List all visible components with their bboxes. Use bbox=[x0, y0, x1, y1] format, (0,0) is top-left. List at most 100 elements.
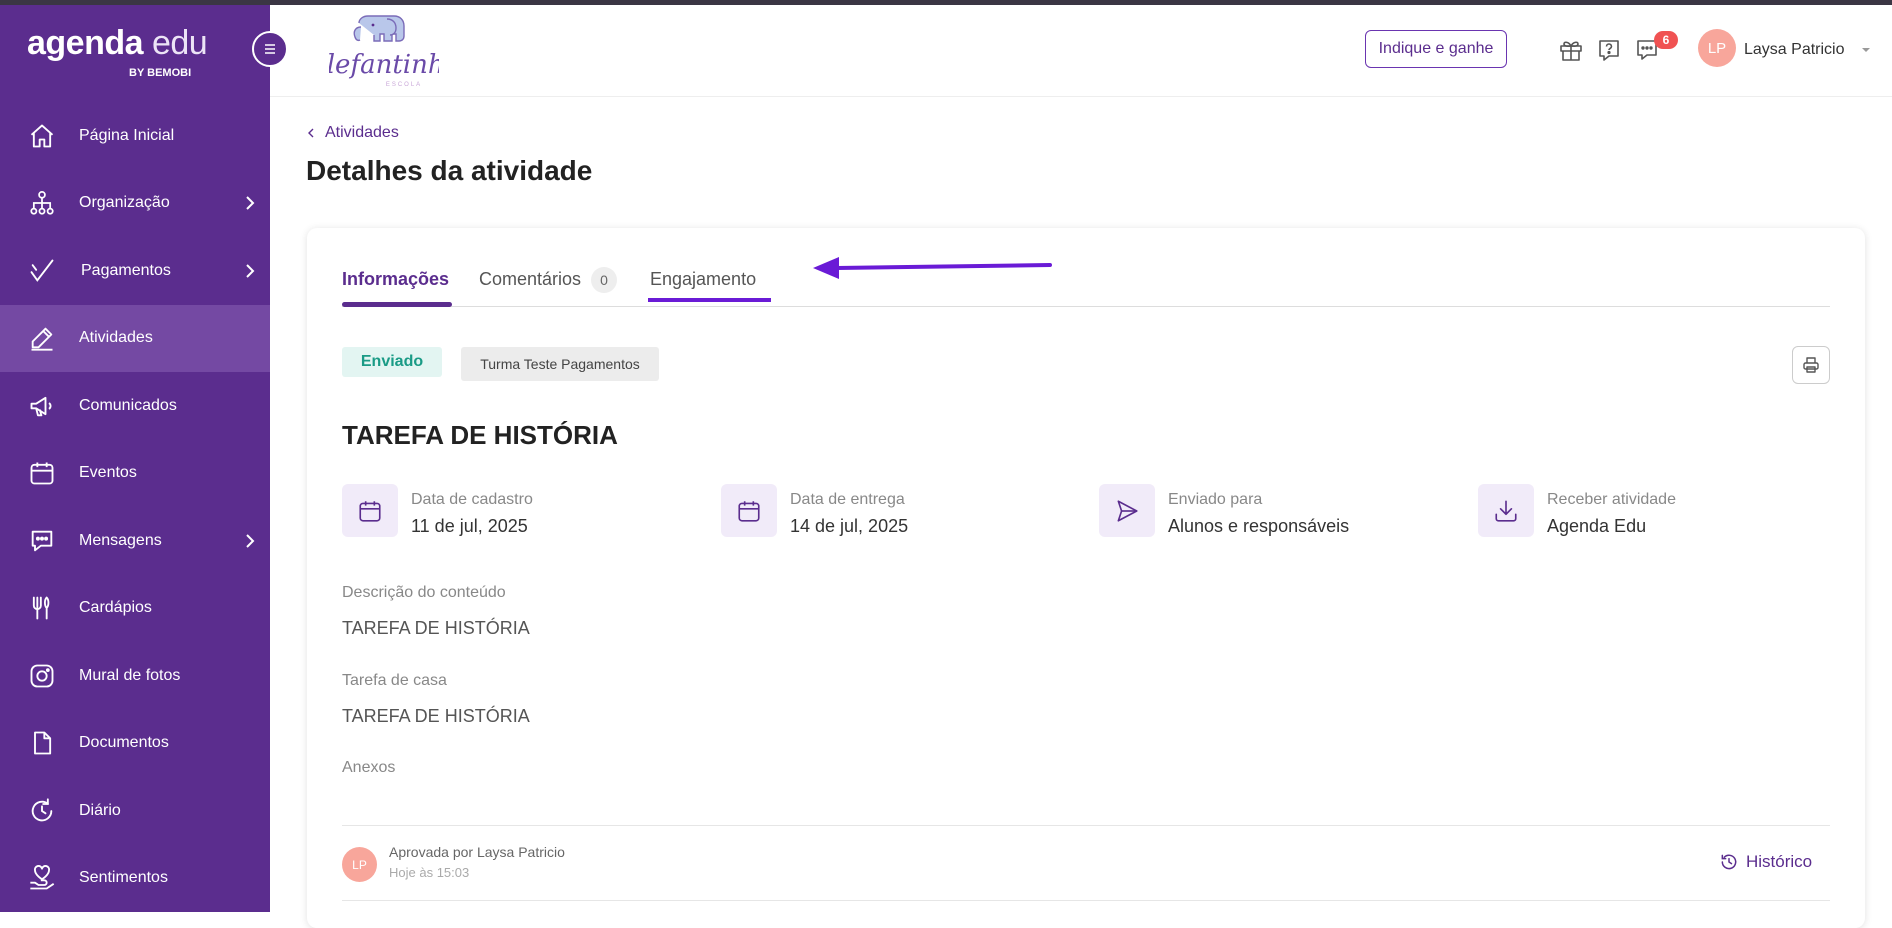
home-icon bbox=[30, 124, 54, 148]
approver-avatar: LP bbox=[342, 847, 377, 882]
info-icon-box bbox=[1478, 484, 1534, 537]
info-icon-box bbox=[721, 484, 777, 537]
top-header: Elefantinho ESCOLA Indique e ganhe 6 LP … bbox=[270, 5, 1892, 97]
printer-icon bbox=[1803, 357, 1819, 373]
tab-comentarios[interactable]: Comentários 0 bbox=[479, 252, 618, 307]
sidebar-item-label: Pagamentos bbox=[81, 261, 171, 279]
sidebar-item-documentos[interactable]: Documentos bbox=[0, 710, 270, 778]
activity-details-card: Informações Comentários 0 Engajamento En… bbox=[307, 228, 1865, 928]
activity-title: TAREFA DE HISTÓRIA bbox=[342, 420, 618, 450]
sidebar-item-label: Sentimentos bbox=[79, 869, 168, 887]
info-label: Receber atividade bbox=[1547, 491, 1676, 508]
refresh-clock-icon bbox=[31, 798, 53, 822]
sidebar-item-label: Atividades bbox=[79, 329, 153, 347]
sidebar-item-mural-de-fotos[interactable]: Mural de fotos bbox=[0, 642, 270, 710]
tab-label: Engajamento bbox=[650, 269, 757, 289]
comment-count-pill: 0 bbox=[591, 266, 618, 293]
sidebar-item-label: Eventos bbox=[79, 464, 137, 482]
chevron-right-icon bbox=[246, 196, 255, 210]
info-value: 14 de jul, 2025 bbox=[790, 516, 909, 536]
notification-badge: 6 bbox=[1654, 31, 1678, 49]
sidebar-item-mensagens[interactable]: Mensagens bbox=[0, 507, 270, 575]
brand-byline: BY BEMOBI bbox=[129, 67, 192, 79]
tab-label: Informações bbox=[342, 269, 450, 289]
status-badge: Enviado bbox=[342, 347, 442, 377]
divider bbox=[342, 900, 1830, 901]
sidebar-item-label: Mural de fotos bbox=[79, 666, 181, 684]
page-title: Detalhes da atividade bbox=[306, 155, 593, 186]
chat-icon bbox=[31, 530, 53, 552]
info-icon-box bbox=[342, 484, 398, 537]
chevron-right-icon bbox=[246, 264, 255, 278]
approved-time: Hoje às 15:03 bbox=[389, 865, 470, 880]
camera-icon bbox=[30, 664, 54, 688]
indique-e-ganhe-button[interactable]: Indique e ganhe bbox=[1365, 30, 1507, 68]
gift-icon[interactable] bbox=[1558, 37, 1584, 63]
annotation-underline bbox=[648, 298, 771, 302]
history-button[interactable]: Histórico bbox=[1719, 852, 1812, 872]
description-label: Descrição do conteúdo bbox=[342, 584, 506, 601]
sidebar-item-organizacao[interactable]: Organização bbox=[0, 170, 270, 238]
history-label: Histórico bbox=[1746, 852, 1813, 871]
utensils-icon bbox=[32, 596, 50, 620]
sidebar: agenda edu BY BEMOBI Página Inicial Orga… bbox=[0, 5, 270, 912]
info-label: Data de entrega bbox=[790, 491, 905, 508]
user-avatar[interactable]: LP bbox=[1698, 29, 1736, 67]
calendar-icon bbox=[30, 462, 54, 485]
tab-informacoes[interactable]: Informações bbox=[342, 252, 449, 307]
sidebar-item-cardapios[interactable]: Cardápios bbox=[0, 575, 270, 643]
calendar-icon bbox=[738, 500, 760, 522]
breadcrumb-link[interactable]: Atividades bbox=[325, 124, 399, 142]
annotation-arrow-icon bbox=[813, 257, 1052, 279]
sidebar-toggle-button[interactable] bbox=[252, 31, 288, 67]
divider bbox=[342, 825, 1830, 826]
sidebar-item-eventos[interactable]: Eventos bbox=[0, 440, 270, 508]
heart-hand-icon bbox=[30, 865, 55, 890]
history-icon bbox=[1721, 854, 1737, 870]
approved-by-text: Aprovada por Laysa Patricio bbox=[389, 844, 565, 860]
chevron-right-icon bbox=[246, 534, 255, 548]
sidebar-item-pagamentos[interactable]: Pagamentos bbox=[0, 237, 270, 305]
calendar-icon bbox=[359, 500, 381, 522]
homework-label: Tarefa de casa bbox=[342, 672, 447, 689]
breadcrumb[interactable]: Atividades bbox=[305, 124, 399, 142]
info-label: Data de cadastro bbox=[411, 491, 533, 508]
chevron-left-icon bbox=[308, 128, 314, 138]
description-value: TAREFA DE HISTÓRIA bbox=[342, 618, 530, 638]
tab-label: Comentários bbox=[479, 269, 582, 289]
sidebar-nav: Página Inicial Organização Pagamentos At… bbox=[0, 102, 270, 912]
pencil-icon bbox=[31, 327, 53, 351]
active-tab-indicator bbox=[342, 302, 452, 307]
sidebar-item-label: Cardápios bbox=[79, 599, 152, 617]
info-icon-box bbox=[1099, 484, 1155, 537]
info-value: Agenda Edu bbox=[1547, 516, 1647, 536]
sidebar-item-label: Organização bbox=[79, 194, 170, 212]
school-name: Elefantinho bbox=[329, 50, 439, 80]
sidebar-item-sentimentos[interactable]: Sentimentos bbox=[0, 845, 270, 913]
homework-value: TAREFA DE HISTÓRIA bbox=[342, 706, 530, 726]
print-button[interactable] bbox=[1792, 346, 1830, 384]
help-icon[interactable] bbox=[1596, 37, 1622, 63]
sidebar-item-comunicados[interactable]: Comunicados bbox=[0, 372, 270, 440]
menu-icon bbox=[265, 44, 275, 54]
school-logo[interactable]: Elefantinho ESCOLA bbox=[307, 13, 460, 91]
sidebar-item-label: Página Inicial bbox=[79, 126, 175, 144]
sidebar-item-label: Diário bbox=[79, 801, 121, 819]
caret-down-icon[interactable] bbox=[1860, 45, 1872, 55]
info-value: Alunos e responsáveis bbox=[1168, 516, 1350, 536]
school-subtitle: ESCOLA bbox=[386, 82, 422, 88]
sidebar-item-diario[interactable]: Diário bbox=[0, 777, 270, 845]
user-name[interactable]: Laysa Patricio bbox=[1744, 41, 1845, 59]
info-label: Enviado para bbox=[1168, 491, 1263, 508]
attachments-label: Anexos bbox=[342, 759, 396, 776]
elephant-logo-icon: Elefantinho ESCOLA bbox=[307, 15, 460, 88]
agenda-edu-logo[interactable]: agenda edu BY BEMOBI bbox=[27, 25, 208, 79]
class-tag: Turma Teste Pagamentos bbox=[461, 347, 659, 381]
document-icon bbox=[34, 731, 52, 755]
sidebar-item-label: Comunicados bbox=[79, 396, 177, 414]
sidebar-item-label: Mensagens bbox=[79, 531, 162, 549]
sidebar-item-atividades[interactable]: Atividades bbox=[0, 304, 270, 372]
sidebar-item-pagina-inicial[interactable]: Página Inicial bbox=[0, 102, 270, 170]
sidebar-item-label: Documentos bbox=[79, 734, 169, 752]
tab-bar: Informações Comentários 0 Engajamento bbox=[342, 252, 1830, 307]
